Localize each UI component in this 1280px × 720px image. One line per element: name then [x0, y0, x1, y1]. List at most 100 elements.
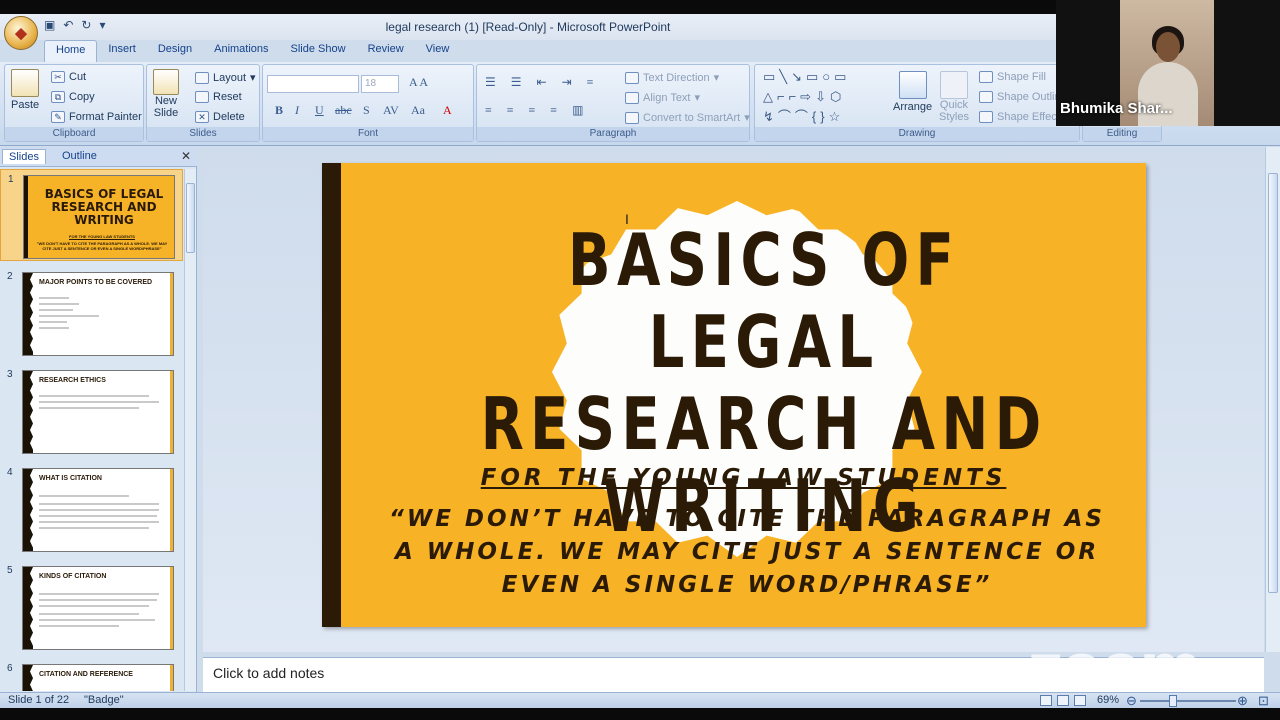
shape-outline-button[interactable]: Shape Outline: [979, 91, 1067, 103]
current-slide[interactable]: BASICS OF LEGAL RESEARCH AND WRITING FOR…: [322, 163, 1146, 627]
thumb-bar: [23, 371, 33, 453]
copy-button[interactable]: ⧉ Copy: [51, 91, 95, 103]
pen-icon: [979, 91, 993, 103]
theme-name: "Badge": [84, 694, 124, 706]
slide-number: 6: [7, 663, 13, 674]
font-color-icon[interactable]: A: [443, 103, 452, 118]
slide-counter: Slide 1 of 22: [8, 694, 70, 706]
participant-video[interactable]: Bhumika Shar...: [1056, 0, 1280, 126]
slide-preview: WHAT IS CITATION: [22, 468, 174, 552]
ribbon-tabs: Home Insert Design Animations Slide Show…: [44, 40, 460, 62]
redo-icon[interactable]: ↻: [81, 18, 91, 32]
office-button[interactable]: ◆: [4, 16, 38, 50]
bold-icon[interactable]: B: [275, 103, 283, 118]
slide-scrollbar[interactable]: [1265, 147, 1280, 652]
participant-name: Bhumika Shar...: [1060, 100, 1173, 117]
slides-label: Slides: [147, 127, 259, 141]
slides-pane: Slides Outline ✕ 1 BASICS OF LEGAL RESEA…: [0, 147, 197, 693]
thumb-title: RESEARCH ETHICS: [39, 377, 106, 384]
customize-qat-icon[interactable]: ▾: [99, 18, 105, 32]
slide-thumbnail-3[interactable]: 3 RESEARCH ETHICS: [0, 365, 183, 457]
slide-subtitle[interactable]: FOR THE YOUNG LAW STUDENTS: [341, 465, 1146, 491]
clipboard-label: Clipboard: [5, 127, 143, 141]
bullets-icon[interactable]: ☰ ☰ ⇤ ⇥ ≡: [485, 75, 599, 90]
thumb-title: MAJOR POINTS TO BE COVERED: [39, 279, 153, 286]
font-group: 18 A A B I U abc S AV Aa A Font: [262, 64, 474, 142]
layout-icon: [195, 71, 209, 84]
delete-button[interactable]: ✕ Delete: [195, 111, 245, 123]
slide-number: 5: [7, 565, 13, 576]
new-slide-button[interactable]: New Slide: [153, 69, 179, 119]
shape-effects-button[interactable]: Shape Effects: [979, 111, 1065, 123]
effects-icon: [979, 111, 993, 123]
italic-icon[interactable]: I: [295, 103, 299, 118]
arrange-icon: [898, 71, 927, 99]
slide-title[interactable]: BASICS OF LEGAL RESEARCH AND WRITING: [466, 219, 1062, 547]
shape-fill-button[interactable]: Shape Fill: [979, 71, 1046, 83]
tab-slides[interactable]: Slides: [2, 149, 46, 164]
tab-outline[interactable]: Outline: [56, 149, 103, 163]
clipboard-group: Paste ✂ Cut ⧉ Copy ✎ Format Painter Clipboa…: [4, 64, 144, 142]
alignment-icon[interactable]: ≡ ≡ ≡ ≡ ▥: [485, 103, 589, 118]
tab-home[interactable]: Home: [44, 40, 98, 62]
tab-slide-show[interactable]: Slide Show: [280, 40, 357, 62]
slide-quote[interactable]: “WE DON’T HAVE TO CITE THE PARAGRAPH AS …: [362, 503, 1132, 602]
format-painter-button[interactable]: ✎ Format Painter: [51, 111, 142, 123]
tab-animations[interactable]: Animations: [203, 40, 279, 62]
slide-preview: RESEARCH ETHICS: [22, 370, 174, 454]
slide-thumbnail-2[interactable]: 2 MAJOR POINTS TO BE COVERED: [0, 267, 183, 359]
scrollbar-thumb[interactable]: [1268, 173, 1278, 593]
zoom-in-icon[interactable]: ⊕: [1237, 693, 1248, 709]
close-icon[interactable]: ✕: [181, 149, 191, 163]
arrange-button[interactable]: Arrange: [893, 71, 932, 113]
font-name-combo[interactable]: [267, 75, 359, 93]
slide-number: 1: [8, 174, 14, 185]
paint-bucket-icon: [979, 71, 993, 83]
strikethrough-icon[interactable]: abc: [335, 103, 352, 118]
slide-preview: MAJOR POINTS TO BE COVERED: [22, 272, 174, 356]
slide-thumbnail-4[interactable]: 4 WHAT IS CITATION: [0, 463, 183, 555]
align-text-button[interactable]: Align Text ▾: [625, 91, 700, 104]
spacing-icon[interactable]: AV: [383, 103, 399, 118]
underline-icon[interactable]: U: [315, 103, 324, 118]
brush-icon: ✎: [51, 111, 65, 123]
quick-styles-button[interactable]: Quick Styles: [939, 71, 969, 123]
shapes-gallery[interactable]: ▭╲↘▭○▭ △⌐⌐⇨⇩⬡ ↯⌒⌒{}☆: [763, 67, 883, 127]
font-size-combo[interactable]: 18: [361, 75, 399, 93]
tab-view[interactable]: View: [415, 40, 461, 62]
paragraph-label: Paragraph: [477, 127, 749, 141]
slide-number: 3: [7, 369, 13, 380]
cut-button[interactable]: ✂ Cut: [51, 71, 86, 83]
thumb-edge: [170, 273, 173, 355]
drawing-group: ▭╲↘▭○▭ △⌐⌐⇨⇩⬡ ↯⌒⌒{}☆ Arrange Quick Styles …: [754, 64, 1080, 142]
quick-styles-icon: [939, 71, 968, 99]
thumb-edge: [170, 469, 173, 551]
convert-smartart-button[interactable]: Convert to SmartArt ▾: [625, 111, 750, 124]
thumb-edge: [170, 371, 173, 453]
slide-preview: BASICS OF LEGAL RESEARCH AND WRITING FOR…: [23, 175, 175, 259]
copy-icon: ⧉: [51, 91, 65, 103]
shadow-icon[interactable]: S: [363, 103, 370, 118]
paste-button[interactable]: Paste: [11, 69, 39, 111]
paragraph-group: ☰ ☰ ⇤ ⇥ ≡ ≡ ≡ ≡ ≡ ▥ Text Direction ▾ Alig…: [476, 64, 750, 142]
reset-button[interactable]: Reset: [195, 91, 242, 103]
slide-thumbnail-6[interactable]: 6 CITATION AND REFERENCE: [0, 659, 183, 691]
undo-icon[interactable]: ↶: [63, 18, 73, 32]
fit-window-icon[interactable]: ⊡: [1258, 693, 1269, 709]
slide-thumbnail-1[interactable]: 1 BASICS OF LEGAL RESEARCH AND WRITING F…: [0, 169, 183, 261]
slides-pane-scrollbar[interactable]: [184, 169, 196, 691]
editing-label: Editing: [1083, 127, 1161, 141]
save-icon[interactable]: ▣: [44, 18, 55, 32]
slide-thumbnail-5[interactable]: 5 KINDS OF CITATION: [0, 561, 183, 653]
layout-button[interactable]: Layout ▾: [195, 71, 256, 84]
grow-font-icon[interactable]: A A: [409, 75, 428, 90]
change-case-icon[interactable]: Aa: [411, 103, 425, 118]
title-bar: legal research (1) [Read-Only] - Microso…: [0, 14, 1056, 40]
tab-insert[interactable]: Insert: [97, 40, 147, 62]
tab-review[interactable]: Review: [357, 40, 415, 62]
scrollbar-thumb[interactable]: [186, 183, 195, 253]
slide-number: 4: [7, 467, 13, 478]
tab-design[interactable]: Design: [147, 40, 203, 62]
scissors-icon: ✂: [51, 71, 65, 83]
text-direction-button[interactable]: Text Direction ▾: [625, 71, 719, 84]
